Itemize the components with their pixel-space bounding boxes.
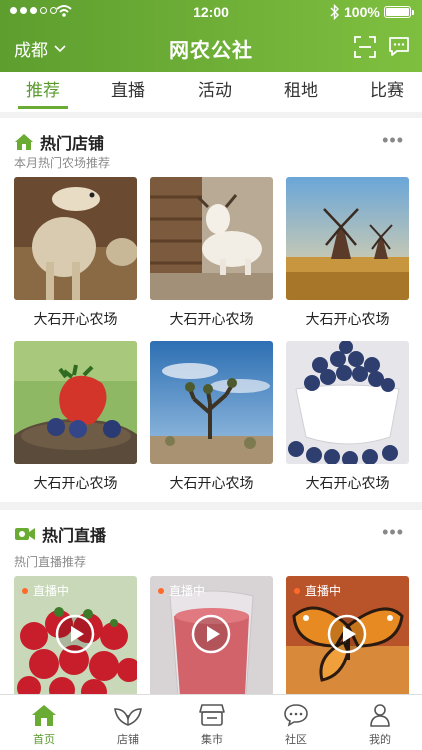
- shop-name: 大石开心农场: [169, 475, 254, 491]
- shop-card[interactable]: 大石开心农场: [286, 341, 409, 493]
- more-icon[interactable]: •••: [382, 522, 404, 543]
- shop-card[interactable]: 大石开心农场: [286, 177, 409, 329]
- hot-shops-section: 热门店铺 ••• 本月热门农场推荐 大石开心农场 大石开心农场 大石开心农场 大…: [0, 118, 422, 502]
- active-tab-indicator: [18, 106, 68, 109]
- shop-image-strawberry: [14, 341, 137, 464]
- nav-market-label: 集市: [201, 734, 223, 746]
- nav-market[interactable]: 集市: [170, 701, 254, 747]
- live-badge: 直播中: [294, 582, 341, 599]
- message-icon[interactable]: [388, 36, 410, 58]
- shop-image-joshua-tree: [150, 341, 273, 464]
- nav-row: 成都 网农公社: [0, 24, 422, 72]
- tab-activity[interactable]: 活动: [175, 72, 255, 112]
- user-icon: [370, 704, 390, 727]
- home-icon: [32, 705, 56, 726]
- tab-competition[interactable]: 比赛: [347, 72, 422, 112]
- play-icon[interactable]: [191, 614, 231, 654]
- shop-image-blueberries: [286, 341, 409, 464]
- live-card[interactable]: 直播中: [150, 576, 273, 696]
- nav-shop[interactable]: 店铺: [86, 701, 170, 747]
- bottom-nav: 首页 店铺 集市 社区 我的: [0, 694, 422, 750]
- shop-card[interactable]: 大石开心农场: [14, 177, 137, 329]
- battery-percent: 100%: [344, 4, 380, 20]
- shop-card[interactable]: 大石开心农场: [150, 341, 273, 493]
- nav-shop-label: 店铺: [117, 734, 139, 746]
- shop-image-goat-stairs: [150, 177, 273, 300]
- bluetooth-icon: [330, 4, 339, 20]
- top-header: 12:00 100% 成都 网农公社: [0, 0, 422, 72]
- scan-icon[interactable]: [354, 36, 376, 58]
- market-icon: [199, 704, 225, 726]
- more-icon[interactable]: •••: [382, 130, 404, 151]
- shop-name: 大石开心农场: [33, 475, 118, 491]
- nav-profile-label: 我的: [369, 734, 391, 746]
- hot-shops-title: 热门店铺: [40, 136, 105, 153]
- hot-live-header: 热门直播: [14, 522, 106, 546]
- hot-live-section: 热门直播 ••• 热门直播推荐 直播中 直播中 直播中: [0, 510, 422, 696]
- status-bar: 12:00 100%: [0, 0, 422, 24]
- tab-live[interactable]: 直播: [88, 72, 168, 112]
- play-icon[interactable]: [327, 614, 367, 654]
- nav-profile[interactable]: 我的: [338, 701, 422, 747]
- live-badge: 直播中: [22, 582, 69, 599]
- shop-card[interactable]: 大石开心农场: [14, 341, 137, 493]
- live-badge: 直播中: [158, 582, 205, 599]
- nav-home-label: 首页: [33, 734, 55, 746]
- shop-name: 大石开心农场: [305, 475, 390, 491]
- play-icon[interactable]: [55, 614, 95, 654]
- leaf-icon: [114, 708, 142, 726]
- shop-image-goats: [14, 177, 137, 300]
- live-card[interactable]: 直播中: [286, 576, 409, 696]
- video-camera-icon: [15, 528, 35, 540]
- live-card[interactable]: 直播中: [14, 576, 137, 696]
- shop-name: 大石开心农场: [305, 311, 390, 327]
- shop-card[interactable]: 大石开心农场: [150, 177, 273, 329]
- nav-home[interactable]: 首页: [2, 701, 86, 747]
- hot-live-subtitle: 热门直播推荐: [14, 555, 87, 569]
- tab-rent-land[interactable]: 租地: [261, 72, 341, 112]
- hot-shops-subtitle: 本月热门农场推荐: [14, 156, 111, 170]
- shop-name: 大石开心农场: [33, 311, 118, 327]
- battery-icon: [384, 6, 414, 18]
- shop-name: 大石开心农场: [169, 311, 254, 327]
- hot-live-title: 热门直播: [42, 528, 107, 545]
- nav-community-label: 社区: [285, 734, 307, 746]
- nav-community[interactable]: 社区: [254, 701, 338, 747]
- home-icon: [15, 134, 33, 150]
- shop-image-windmills: [286, 177, 409, 300]
- chat-bubble-icon: [284, 704, 308, 727]
- hot-shops-header: 热门店铺: [14, 130, 104, 154]
